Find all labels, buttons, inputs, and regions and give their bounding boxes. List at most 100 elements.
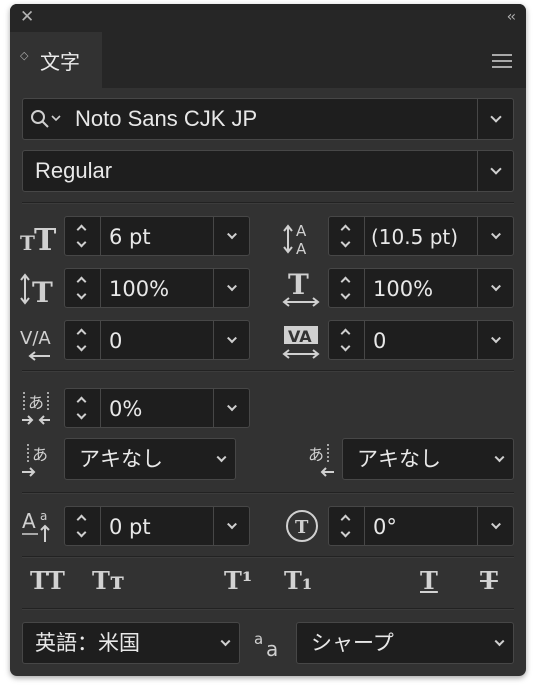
tsume-stepper[interactable]	[65, 389, 101, 427]
anti-alias-value: シャープ	[311, 631, 394, 655]
language-value: 英語：米国	[35, 631, 140, 655]
baseline-shift-field[interactable]: 0 pt	[64, 506, 250, 546]
tab-label: 文字	[40, 50, 80, 74]
chevron-down-icon	[226, 333, 237, 344]
kerning-stepper[interactable]	[65, 321, 101, 359]
kerning-icon: V/A	[20, 328, 51, 361]
kerning-value: 0	[109, 329, 123, 353]
tab-expand-icon[interactable]: ◇	[20, 50, 28, 61]
underline-button[interactable]: T	[420, 566, 438, 595]
font-size-field[interactable]: 6 pt	[64, 216, 250, 256]
chevron-down-icon	[226, 281, 237, 292]
tsume-field[interactable]: 0%	[64, 388, 250, 428]
tsume-value: 0%	[109, 397, 143, 421]
baseline-shift-stepper[interactable]	[65, 507, 101, 545]
aki-right-dropdown[interactable]: アキなし	[342, 438, 514, 480]
small-caps-button[interactable]: Tт	[92, 566, 125, 595]
rotation-value: 0°	[373, 515, 397, 539]
chevron-down-icon	[226, 519, 237, 530]
collapse-icon[interactable]: ‹‹	[507, 7, 516, 27]
divider	[22, 492, 514, 494]
chevron-down-icon	[490, 281, 501, 292]
vertical-scale-field[interactable]: 100%	[64, 268, 250, 308]
rotation-dropdown-button[interactable]	[477, 507, 513, 545]
superscript-button[interactable]: T¹	[224, 566, 252, 595]
vertical-scale-dropdown-button[interactable]	[213, 269, 249, 307]
strikethrough-button[interactable]: T	[480, 566, 498, 595]
leading-value: (10.5 pt)	[371, 225, 459, 249]
chevron-down-icon	[489, 111, 502, 123]
aki-insert-left-icon: あ	[22, 444, 48, 477]
vertical-scale-icon: T	[20, 273, 53, 306]
font-family-dropdown[interactable]: Noto Sans CJK JP	[22, 98, 514, 140]
font-family-value: Noto Sans CJK JP	[75, 106, 258, 131]
baseline-shift-dropdown-button[interactable]	[213, 507, 249, 545]
anti-alias-icon: a a	[254, 630, 278, 660]
panel-titlebar: ✕ ‹‹	[10, 4, 526, 32]
leading-dropdown-button[interactable]	[477, 217, 513, 255]
chevron-down-icon	[226, 401, 237, 412]
svg-text:T: T	[288, 268, 309, 301]
chevron-down-icon	[216, 452, 227, 463]
font-style-value: Regular	[35, 158, 113, 183]
tracking-dropdown-button[interactable]	[477, 321, 513, 359]
font-style-dropdown[interactable]: Regular	[22, 150, 514, 192]
font-family-dropdown-button[interactable]	[477, 99, 513, 139]
svg-text:あ: あ	[32, 445, 48, 464]
chevron-down-icon	[490, 229, 501, 240]
svg-text:A: A	[296, 222, 307, 240]
leading-icon: A A	[283, 222, 307, 256]
font-size-icon: T T	[20, 223, 57, 254]
divider	[22, 202, 514, 204]
font-size-value: 6 pt	[109, 225, 151, 249]
svg-text:V/A: V/A	[20, 328, 51, 349]
aki-left-dropdown[interactable]: アキなし	[64, 438, 236, 480]
tsume-dropdown-button[interactable]	[213, 389, 249, 427]
divider	[22, 608, 514, 610]
leading-stepper[interactable]	[329, 217, 365, 255]
vertical-scale-stepper[interactable]	[65, 269, 101, 307]
svg-text:a: a	[40, 509, 47, 523]
font-style-dropdown-button[interactable]	[477, 151, 513, 191]
panel-menu-icon[interactable]	[492, 54, 512, 72]
rotation-stepper[interactable]	[329, 507, 365, 545]
font-size-dropdown-button[interactable]	[213, 217, 249, 255]
baseline-shift-value: 0 pt	[109, 515, 151, 539]
language-dropdown[interactable]: 英語：米国	[22, 622, 240, 664]
subscript-button[interactable]: T₁	[284, 566, 312, 595]
chevron-down-icon	[220, 636, 231, 647]
aki-insert-right-icon: あ	[308, 444, 334, 477]
close-icon[interactable]: ✕	[20, 7, 34, 27]
kerning-field[interactable]: 0	[64, 320, 250, 360]
search-icon[interactable]	[29, 108, 63, 132]
anti-alias-dropdown[interactable]: シャープ	[296, 622, 514, 664]
svg-text:a: a	[266, 637, 278, 660]
horizontal-scale-dropdown-button[interactable]	[477, 269, 513, 307]
tracking-stepper[interactable]	[329, 321, 365, 359]
svg-text:A: A	[296, 240, 307, 256]
svg-text:VA: VA	[288, 327, 312, 346]
chevron-down-icon	[489, 163, 502, 175]
baseline-shift-icon: A a	[22, 509, 50, 542]
aki-left-value: アキなし	[79, 447, 163, 471]
font-size-stepper[interactable]	[65, 217, 101, 255]
chevron-down-icon	[490, 519, 501, 530]
leading-field[interactable]: (10.5 pt)	[328, 216, 514, 256]
tsume-icon: あ	[22, 392, 50, 425]
divider	[22, 370, 514, 372]
svg-text:あ: あ	[308, 445, 324, 464]
tracking-value: 0	[373, 329, 387, 353]
character-panel: ✕ ‹‹ ◇ 文字 Noto Sans CJK JP Regular T T 6…	[10, 4, 526, 676]
horizontal-scale-field[interactable]: 100%	[328, 268, 514, 308]
all-caps-button[interactable]: TT	[30, 566, 65, 595]
tracking-icon: VA	[282, 326, 320, 359]
horizontal-scale-value: 100%	[373, 277, 434, 301]
rotation-field[interactable]: 0°	[328, 506, 514, 546]
chevron-down-icon	[494, 452, 505, 463]
tracking-field[interactable]: 0	[328, 320, 514, 360]
kerning-dropdown-button[interactable]	[213, 321, 249, 359]
horizontal-scale-stepper[interactable]	[329, 269, 365, 307]
tab-character[interactable]: ◇ 文字	[10, 32, 102, 88]
aki-right-value: アキなし	[357, 447, 441, 471]
svg-text:T: T	[295, 517, 309, 538]
